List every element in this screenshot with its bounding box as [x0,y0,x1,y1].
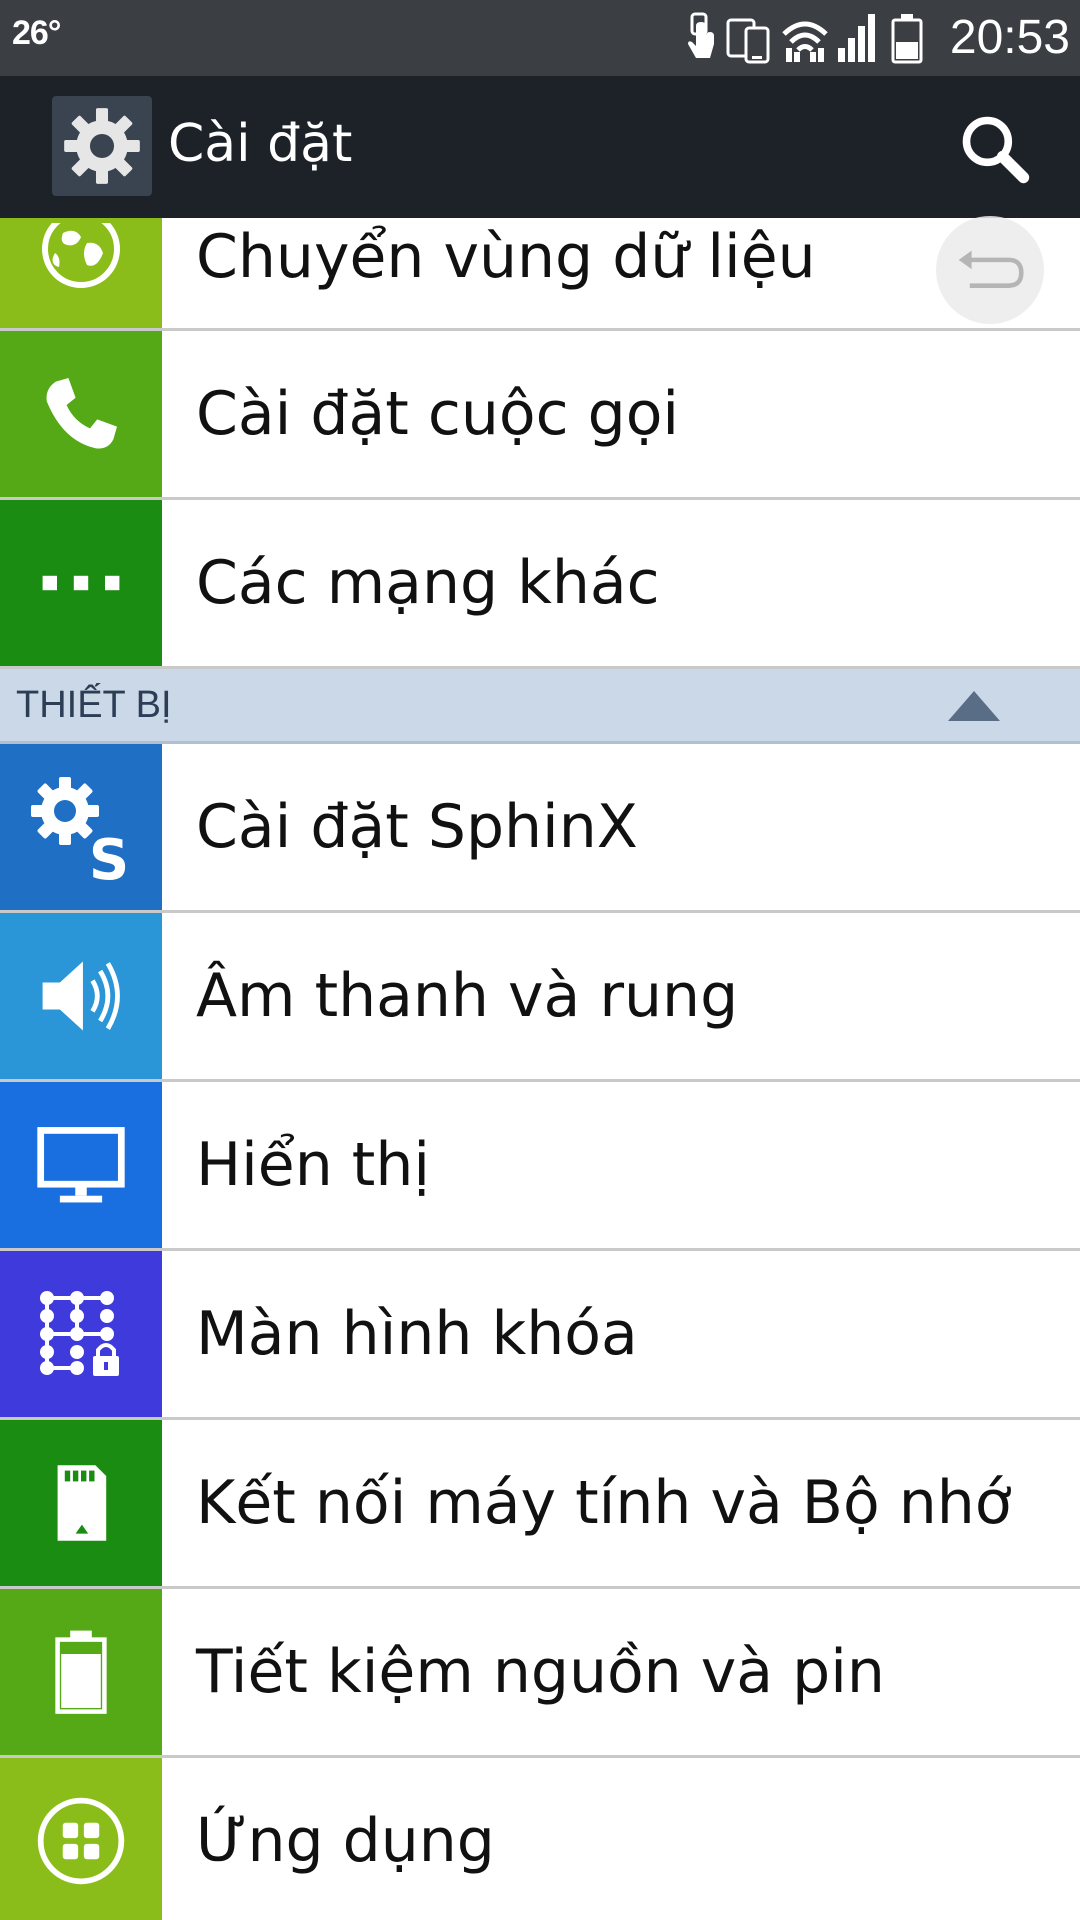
page-title: Cài đặt [168,114,353,174]
monitor-icon [0,1082,162,1248]
list-item-label: Ứng dụng [196,1806,495,1876]
list-item-label: Cài đặt cuộc gọi [196,379,680,449]
battery-saver-icon [0,1589,162,1755]
list-item-label: Hiển thị [196,1130,431,1200]
settings-screen: 26° 20:53 Cài đặt Chuyển vùng dữ liệu Cà… [0,0,1080,1920]
speaker-icon [0,913,162,1079]
list-item-display[interactable]: Hiển thị [0,1082,1080,1251]
list-item-power-saving[interactable]: Tiết kiệm nguồn và pin [0,1589,1080,1758]
section-title: THIẾT BỊ [16,684,172,726]
search-icon [962,116,1030,184]
list-item-label: Màn hình khóa [196,1299,638,1369]
settings-list: Chuyển vùng dữ liệu Cài đặt cuộc gọi Các… [0,218,1080,1920]
list-item-label: Chuyển vùng dữ liệu [196,222,816,292]
back-button[interactable] [936,216,1044,324]
section-header-device[interactable]: THIẾT BỊ [0,669,1080,744]
touch-icon [680,12,720,64]
list-item-sound-vibration[interactable]: Âm thanh và rung [0,913,1080,1082]
list-item-call-settings[interactable]: Cài đặt cuộc gọi [0,331,1080,500]
battery-icon [890,12,924,64]
search-button[interactable] [950,104,1040,194]
list-item-data-roaming[interactable]: Chuyển vùng dữ liệu [0,218,1080,331]
settings-gear-icon[interactable] [52,96,152,196]
list-item-more-networks[interactable]: Các mạng khác [0,500,1080,669]
globe-icon [0,218,162,328]
sphinx-settings-icon: S [0,744,162,910]
list-item-lock-screen[interactable]: Màn hình khóa [0,1251,1080,1420]
wifi-icon [780,12,830,64]
status-clock: 20:53 [949,11,1070,64]
list-item-sphinx-settings[interactable]: S Cài đặt SphinX [0,744,1080,913]
signal-icon [836,12,880,64]
list-item-label: Các mạng khác [196,548,660,618]
list-item-apps[interactable]: Ứng dụng [0,1758,1080,1920]
list-item-label: Kết nối máy tính và Bộ nhớ [196,1468,1012,1538]
list-item-label: Tiết kiệm nguồn và pin [196,1637,885,1707]
phone-icon [0,331,162,497]
dual-screen-icon [726,12,772,64]
action-bar: Cài đặt [0,76,1080,218]
back-arrow-icon [958,250,1024,288]
collapse-arrow-icon[interactable] [948,691,1000,721]
apps-icon [0,1758,162,1920]
list-item-label: Âm thanh và rung [196,961,739,1031]
svg-text:S: S [89,828,129,887]
pattern-lock-icon [0,1251,162,1417]
list-item-label: Cài đặt SphinX [196,792,638,862]
status-temperature: 26° [12,14,61,52]
sd-card-icon [0,1420,162,1586]
more-dots-icon [0,500,162,666]
list-item-pc-connection-storage[interactable]: Kết nối máy tính và Bộ nhớ [0,1420,1080,1589]
status-bar: 26° 20:53 [0,0,1080,76]
